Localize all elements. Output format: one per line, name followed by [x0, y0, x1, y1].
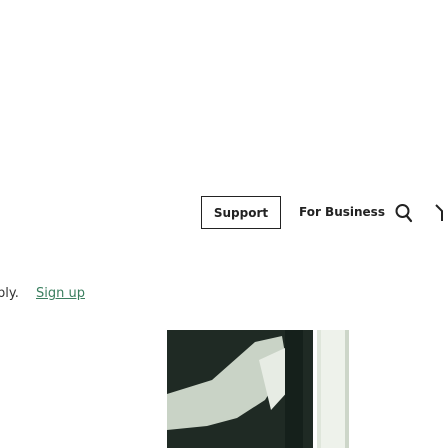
partial-icon[interactable]: [430, 203, 448, 223]
sign-up-link[interactable]: Sign up: [36, 286, 85, 301]
nav-for-business-link[interactable]: For Business: [299, 205, 385, 219]
nav-support-link[interactable]: Support: [201, 196, 281, 229]
page: Support For Business ply. Sign up: [0, 0, 448, 448]
reply-text: ply.: [0, 286, 19, 301]
nav-support-label: Support: [213, 205, 269, 220]
search-icon[interactable]: [395, 203, 413, 223]
hero-illustration: [167, 330, 448, 448]
